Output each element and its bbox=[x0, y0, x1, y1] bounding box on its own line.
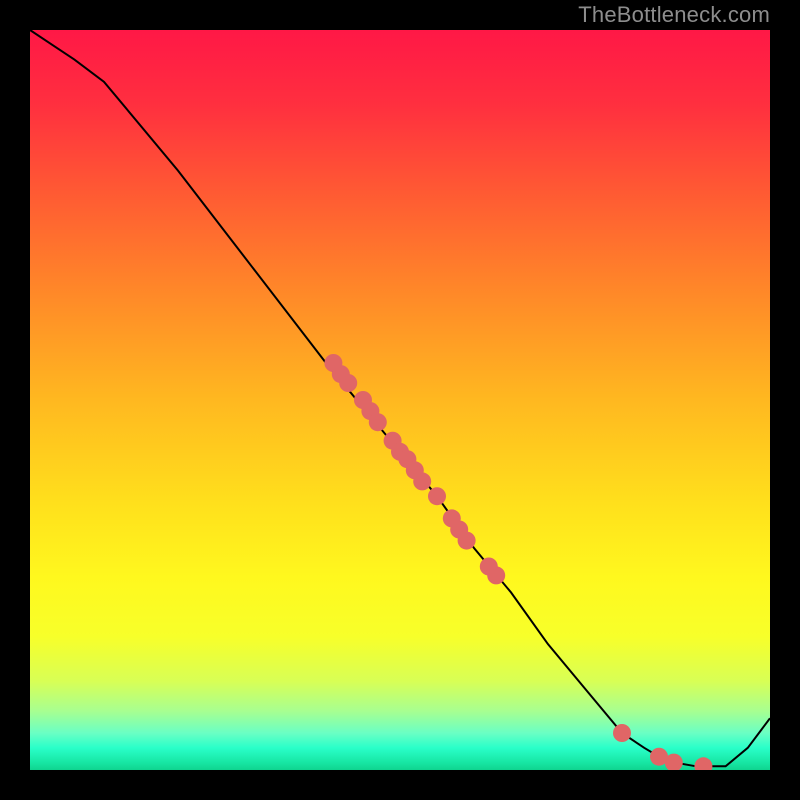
chart-svg bbox=[30, 30, 770, 770]
chart-stage: TheBottleneck.com bbox=[0, 0, 800, 800]
plot-area bbox=[30, 30, 770, 770]
data-marker bbox=[413, 472, 431, 490]
data-marker bbox=[613, 724, 631, 742]
curve-line bbox=[30, 30, 770, 766]
watermark-text: TheBottleneck.com bbox=[578, 2, 770, 28]
data-marker bbox=[694, 757, 712, 770]
marker-group bbox=[324, 354, 712, 770]
data-marker bbox=[369, 413, 387, 431]
data-marker bbox=[458, 532, 476, 550]
data-marker bbox=[428, 487, 446, 505]
data-marker bbox=[339, 374, 357, 392]
data-marker bbox=[487, 566, 505, 584]
